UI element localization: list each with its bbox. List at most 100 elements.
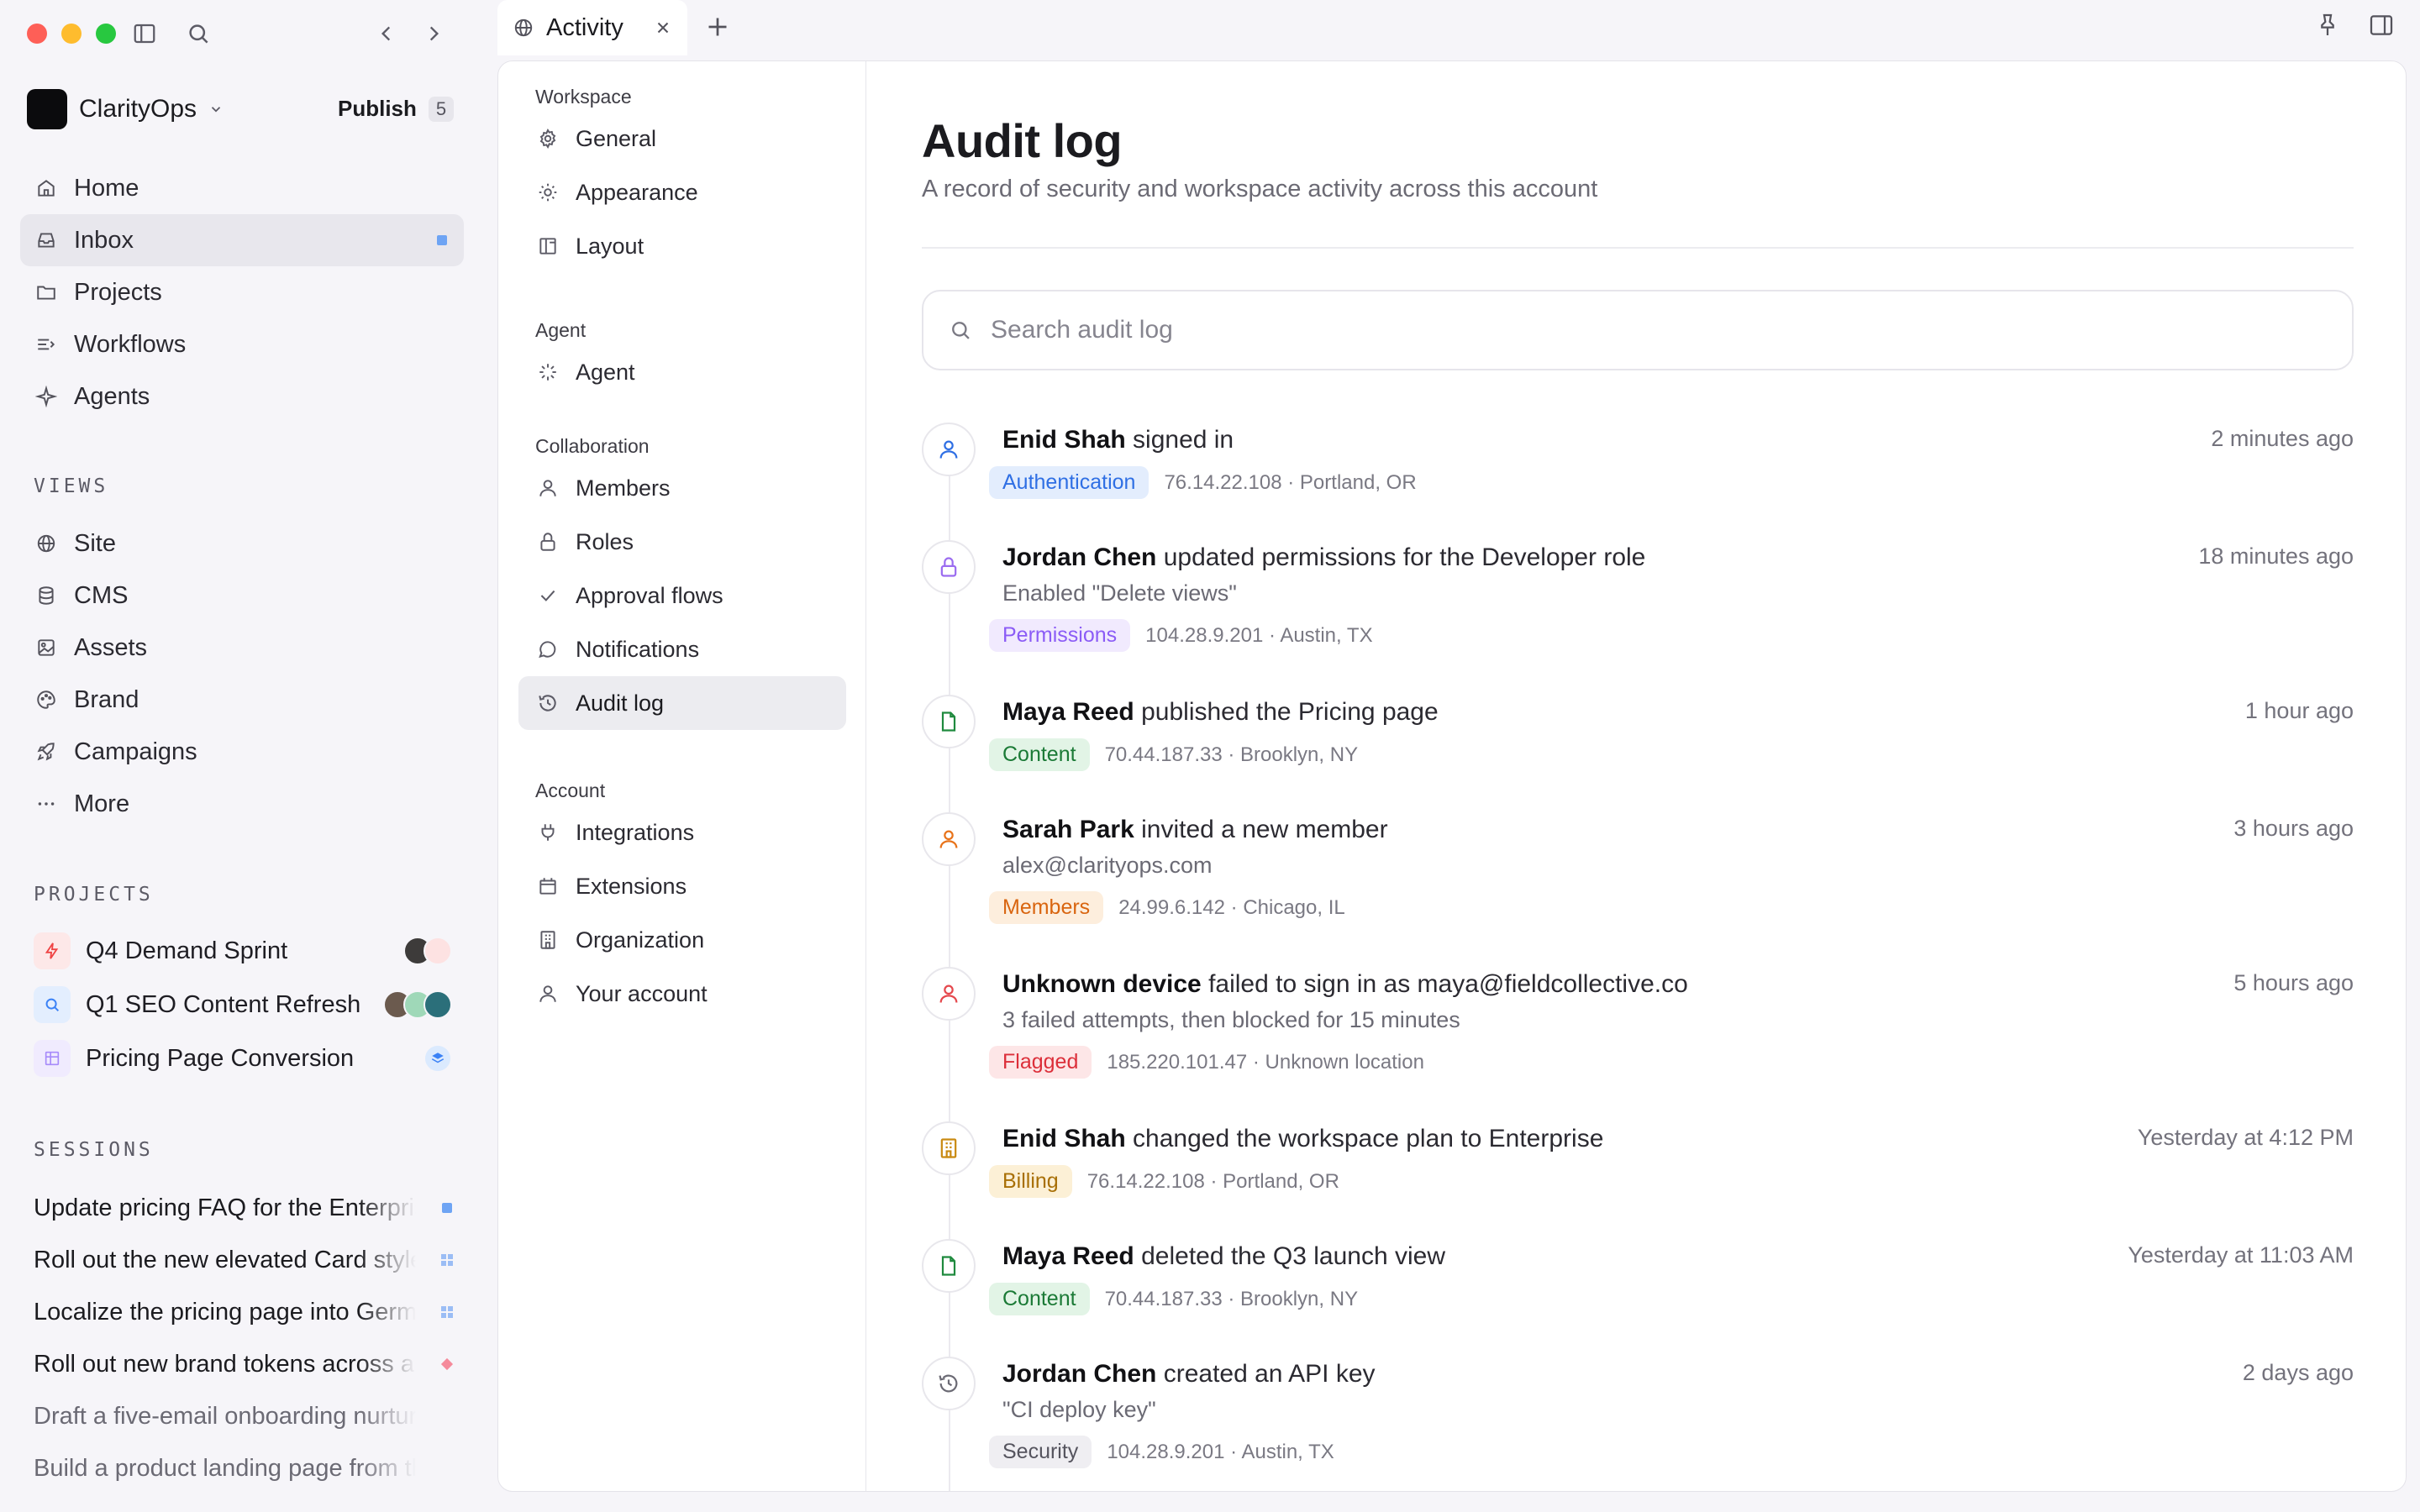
settings-item-members[interactable]: Members [518, 461, 846, 515]
settings-item-notifications[interactable]: Notifications [518, 622, 846, 676]
gear-icon [535, 126, 560, 151]
bolt-icon [34, 932, 71, 969]
minimize-window-button[interactable] [61, 24, 82, 44]
category-badge[interactable]: Members [989, 891, 1104, 924]
status-diamond-icon [440, 1357, 454, 1371]
session-item[interactable]: Build a product landing page from the br… [34, 1442, 454, 1494]
new-tab-icon[interactable] [702, 12, 733, 42]
sidebar-item-inbox[interactable]: Inbox [20, 214, 464, 266]
entry-title: Jordan Chen updated permissions for the … [1002, 543, 1645, 572]
settings-item-organization[interactable]: Organization [518, 913, 846, 967]
category-badge[interactable]: Security [989, 1436, 1092, 1468]
settings-item-integrations[interactable]: Integrations [518, 806, 846, 859]
entry-meta: Authentication 76.14.22.108 · Portland, … [989, 466, 1417, 499]
settings-item-appearance[interactable]: Appearance [518, 165, 846, 219]
publish-label: Publish [338, 96, 417, 121]
entry-action: created an API key [1163, 1360, 1376, 1388]
project-avatars [424, 1044, 452, 1073]
tab-activity[interactable]: Activity [497, 0, 687, 55]
category-badge[interactable]: Flagged [989, 1046, 1092, 1079]
sidebar-item-cms[interactable]: CMS [20, 570, 464, 622]
entry-title: Maya Reed deleted the Q3 launch view [1002, 1242, 1445, 1271]
category-badge[interactable]: Content [989, 1283, 1090, 1315]
entry-ip-location: 104.28.9.201 · Austin, TX [1145, 623, 1373, 647]
session-item[interactable]: Roll out the new elevated Card style [34, 1234, 454, 1286]
sidebar-item-campaigns[interactable]: Campaigns [20, 726, 464, 778]
session-item[interactable]: Draft a five-email onboarding nurture se… [34, 1390, 454, 1442]
search-icon[interactable] [183, 18, 213, 49]
sidebar-item-brand[interactable]: Brand [20, 674, 464, 726]
entry-time: 1 hour ago [2244, 698, 2354, 723]
sidebar-item-workflows[interactable]: Workflows [20, 318, 464, 370]
search-icon [949, 318, 972, 342]
settings-item-label: Approval flows [576, 582, 723, 608]
sidebar-item-label: Home [74, 174, 139, 202]
settings-item-approval-flows[interactable]: Approval flows [518, 569, 846, 622]
sidebar-toggle-icon[interactable] [129, 18, 160, 49]
sidebar-item-projects[interactable]: Projects [20, 266, 464, 318]
project-item-pricing-page-conversion[interactable]: Pricing Page Conversion [20, 1032, 464, 1085]
session-item[interactable]: Update pricing FAQ for the Enterprise ti… [34, 1182, 454, 1234]
entry-time: 2 days ago [2242, 1360, 2354, 1385]
close-window-button[interactable] [27, 24, 47, 44]
entry-location: Austin, TX [1280, 623, 1373, 647]
sidebar-item-label: Assets [74, 633, 148, 661]
settings-group-collaboration: Collaboration Members Roles Approval flo… [498, 431, 866, 730]
sidebar-item-agents[interactable]: Agents [20, 370, 464, 423]
file-icon [922, 1239, 976, 1293]
primary-nav: Home Inbox Projects Workflows Agents [20, 162, 464, 423]
entry-ip: 76.14.22.108 [1086, 1169, 1205, 1193]
sidebar-item-site[interactable]: Site [20, 517, 464, 570]
sidebar-item-label: Campaigns [74, 738, 197, 765]
entry-action: invited a new member [1141, 816, 1388, 843]
avatar [424, 990, 452, 1019]
session-item[interactable]: Roll out new brand tokens across all pag… [34, 1338, 454, 1390]
back-arrow-icon[interactable] [371, 18, 402, 49]
sidebar-item-more[interactable]: More [20, 778, 464, 830]
palette-icon [34, 687, 59, 712]
status-grid-icon [440, 1253, 454, 1267]
entry-title: Jordan Chen created an API key [1002, 1360, 1376, 1389]
entry-action: signed in [1133, 426, 1234, 454]
project-item-q4-demand-sprint[interactable]: Q4 Demand Sprint [20, 924, 464, 978]
category-badge[interactable]: Permissions [989, 619, 1131, 652]
settings-item-agent[interactable]: Agent [518, 345, 846, 399]
entry-meta: Flagged 185.220.101.47 · Unknown locatio… [989, 1046, 1424, 1079]
pin-icon[interactable] [2314, 12, 2341, 39]
category-badge[interactable]: Billing [989, 1165, 1072, 1198]
project-label: Pricing Page Conversion [86, 1044, 355, 1072]
entry-actor: Sarah Park [1002, 816, 1134, 843]
sidebar-item-home[interactable]: Home [20, 162, 464, 214]
entry-location: Unknown location [1265, 1050, 1424, 1074]
zoom-window-button[interactable] [96, 24, 116, 44]
workspace-switcher[interactable]: ClarityOps [27, 89, 224, 129]
entry-actor: Enid Shah [1002, 426, 1126, 454]
project-item-q1-seo-content-refresh[interactable]: Q1 SEO Content Refresh [20, 978, 464, 1032]
session-item[interactable]: Localize the pricing page into German [34, 1286, 454, 1338]
sidebar-item-label: CMS [74, 581, 129, 609]
entry-action: updated permissions for the Developer ro… [1163, 543, 1646, 571]
publish-button[interactable]: Publish 5 [338, 96, 455, 122]
settings-item-extensions[interactable]: Extensions [518, 859, 846, 913]
loader-icon [535, 360, 560, 385]
sidebar-item-assets[interactable]: Assets [20, 622, 464, 674]
category-badge[interactable]: Authentication [989, 466, 1150, 499]
settings-item-roles[interactable]: Roles [518, 515, 846, 569]
settings-item-your-account[interactable]: Your account [518, 967, 846, 1021]
entry-meta: Members 24.99.6.142 · Chicago, IL [989, 891, 1345, 924]
page-subtitle: A record of security and workspace activ… [922, 176, 1598, 202]
category-badge[interactable]: Content [989, 738, 1090, 771]
entry-meta: Content 70.44.187.33 · Brooklyn, NY [989, 738, 1358, 771]
history-icon [922, 1357, 976, 1410]
settings-item-layout[interactable]: Layout [518, 219, 846, 273]
session-label: Roll out new brand tokens across all pag… [34, 1350, 416, 1378]
avatar [424, 937, 452, 965]
project-avatars [403, 937, 452, 965]
settings-item-general[interactable]: General [518, 112, 846, 165]
search-input[interactable] [991, 316, 2251, 344]
settings-item-label: Your account [576, 980, 708, 1006]
forward-arrow-icon[interactable] [418, 18, 449, 49]
settings-item-audit-log[interactable]: Audit log [518, 676, 846, 730]
close-tab-icon[interactable] [654, 18, 672, 37]
right-panel-toggle-icon[interactable] [2368, 12, 2395, 39]
